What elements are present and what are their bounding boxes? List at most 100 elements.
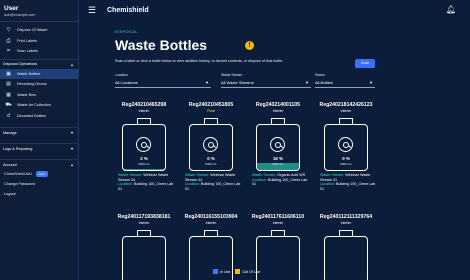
scan-button[interactable]: Scan <box>355 59 375 68</box>
bottle-card[interactable]: Reg240210465298 Interim 2 % 5000 mL Wast… <box>113 102 175 191</box>
fill-percent: 2 % <box>140 156 148 161</box>
bottle-status: Final <box>207 109 215 113</box>
bottle-card[interactable]: Reg240218142426123 Interim 0 % 5000 mL W… <box>315 102 377 191</box>
bottle-card[interactable]: Reg240117193838181 Interim <box>113 214 175 280</box>
sidebar-item-label: ChemShield AAI <box>4 172 32 176</box>
hamburger-menu-icon[interactable]: ☰ <box>88 6 96 15</box>
waste-stream-filter-select[interactable]: All Waste Streams ▼ <box>221 78 311 88</box>
section-title: Account <box>3 162 17 167</box>
sidebar-item-dispose-of-waste[interactable]: ▽ Dispose Of Waste <box>0 25 78 36</box>
bottle-card[interactable]: Reg240112111329764 Interim <box>315 214 377 280</box>
status-filter-label: Status <box>315 73 325 77</box>
caret-down-icon: ▼ <box>305 80 309 85</box>
bottle-status: Interim <box>340 109 352 113</box>
bin-icon: ▦ <box>6 91 11 98</box>
bottle-id: Reg240210451805 <box>188 102 234 108</box>
breadcrumb: DISPOSAL <box>115 30 138 34</box>
history-icon: ↺ <box>6 112 11 119</box>
legend-item-in-use: In Use <box>213 269 230 274</box>
bottle-status: Interim <box>272 109 284 113</box>
truck-icon: ⛟ <box>5 101 12 108</box>
sidebar-item-recording-drums[interactable]: ▤ Recording Drums <box>0 79 78 90</box>
sidebar-item-scan-labels[interactable]: ⌗ Scan Labels <box>0 46 78 57</box>
section-logs-reporting[interactable]: Logs & Reporting ▾ <box>0 143 78 153</box>
sidebar-item-label: Waste Bottles <box>17 71 41 76</box>
sidebar-item-change-password[interactable]: Change Password <box>0 179 78 189</box>
bottle-details: Waste Stream: Webinar Waste Stream 34 Lo… <box>185 173 241 191</box>
bottle-id: Reg240116155103904 <box>184 214 238 220</box>
bell-icon[interactable]: 🔔︎ <box>446 5 456 14</box>
location-filter-label: Location <box>115 73 128 77</box>
chevron-down-icon: ▾ <box>70 130 73 135</box>
bottle-graphic[interactable]: 0 % 5000 mL <box>189 118 233 171</box>
sidebar-item-label: Print Labels <box>17 38 38 43</box>
app-title: Chemishield <box>107 7 149 14</box>
printer-icon: ⎙ <box>6 37 11 44</box>
bottle-status: Interim <box>138 109 150 113</box>
fill-percent: 0 % <box>342 156 350 161</box>
status-filter-select[interactable]: All Bottles ▼ <box>315 78 375 88</box>
bottle-graphic[interactable] <box>324 230 368 280</box>
bottle-graphic[interactable]: 2 % 5000 mL <box>122 118 166 171</box>
top-bar: ☰ Chemishield 🔔︎ <box>79 0 470 22</box>
bottle-details: Waste Stream: Webinar Waste Stream 34 Lo… <box>118 173 174 191</box>
bottle-status: Interim <box>205 221 217 225</box>
bottle-volume: 5000 mL <box>205 162 217 166</box>
sidebar-item-label: Dispose Of Waste <box>17 28 48 33</box>
drum-icon: ▤ <box>6 81 11 88</box>
section-manage[interactable]: Manage ▾ <box>0 127 78 137</box>
sidebar-item-label: Change Password <box>4 182 36 186</box>
bottle-details: Waste Stream: Organic Acid WS Location: … <box>252 173 308 187</box>
magnifier-icon <box>136 137 151 152</box>
sidebar-item-chemshield-ai[interactable]: ChemShield AAI New <box>0 169 78 179</box>
new-badge: New <box>35 171 48 177</box>
bottle-graphic[interactable] <box>122 230 166 280</box>
section-account[interactable]: Account ▴ <box>0 159 78 169</box>
sidebar: User lsch@example.com ▽ Dispose Of Waste… <box>0 0 79 280</box>
bottle-graphic[interactable]: 16 % 5000 mL <box>256 118 300 171</box>
sidebar-item-waste-bottles[interactable]: ▣ Waste Bottles <box>0 68 78 79</box>
bottle-status: Interim <box>340 221 352 225</box>
bottle-volume: 5000 mL <box>272 162 284 166</box>
status-filter-value: All Bottles <box>315 80 333 85</box>
bottle-card[interactable]: Reg240210451805 Final 0 % 5000 mL Waste … <box>180 102 242 191</box>
sidebar-item-waste-bins[interactable]: ▦ Waste Bins <box>0 90 78 101</box>
user-name: User <box>4 5 19 12</box>
bottle-status: Interim <box>138 221 150 225</box>
waste-stream-filter-label: Waste Stream <box>221 73 243 77</box>
legend-swatch <box>213 269 218 274</box>
magnifier-icon <box>203 137 218 152</box>
sidebar-item-waste-for-collection[interactable]: ⛟ Waste for Collection <box>0 100 78 111</box>
section-title: Disposal Operations <box>3 62 38 66</box>
caret-down-icon: ▼ <box>369 80 373 85</box>
sidebar-item-label: Waste Bins <box>17 92 37 97</box>
bottle-id: Reg240117193838181 <box>117 214 171 220</box>
section-disposal-operations[interactable]: Disposal Operations ▴ <box>0 58 78 69</box>
info-icon[interactable]: ! <box>245 41 254 50</box>
magnifier-icon <box>270 137 285 152</box>
sidebar-item-decanted-bottles[interactable]: ↺ Decanted Bottles <box>0 111 78 122</box>
user-block: User lsch@example.com <box>0 0 78 22</box>
sidebar-item-label: Decanted Bottles <box>17 113 46 118</box>
caret-down-icon: ▼ <box>205 80 209 85</box>
bottle-card[interactable]: Reg240214001105 Interim 16 % 5000 mL Was… <box>247 102 309 187</box>
location-filter-value: All Locations <box>115 80 138 85</box>
sidebar-item-print-labels[interactable]: ⎙ Print Labels <box>0 36 78 47</box>
qr-scan-icon: ⌗ <box>7 48 10 55</box>
bottle-icon: ▣ <box>6 70 11 77</box>
bottle-graphic[interactable]: 0 % 5000 mL <box>324 118 368 171</box>
fill-level <box>123 169 165 170</box>
location-filter-select[interactable]: All Locations ▼ <box>115 78 211 88</box>
instruction-text: Scan a label or click a bottle below to … <box>115 59 284 63</box>
bottle-volume: 5000 mL <box>138 162 150 166</box>
bottle-id: Reg240214001105 <box>255 102 301 108</box>
sidebar-item-logout[interactable]: Logout <box>0 189 78 199</box>
bottle-volume: 5000 mL <box>340 162 352 166</box>
waste-stream-filter-value: All Waste Streams <box>221 80 254 85</box>
sidebar-item-label: Waste for Collection <box>17 103 51 108</box>
fill-percent: 0 % <box>207 156 215 161</box>
chevron-up-icon: ▴ <box>70 61 73 67</box>
sidebar-item-label: Logout <box>4 192 16 196</box>
main-content: DISPOSAL Waste Bottles ! Scan a label or… <box>79 22 470 280</box>
legend-item-out-of-use: Out Of Use <box>235 269 260 274</box>
